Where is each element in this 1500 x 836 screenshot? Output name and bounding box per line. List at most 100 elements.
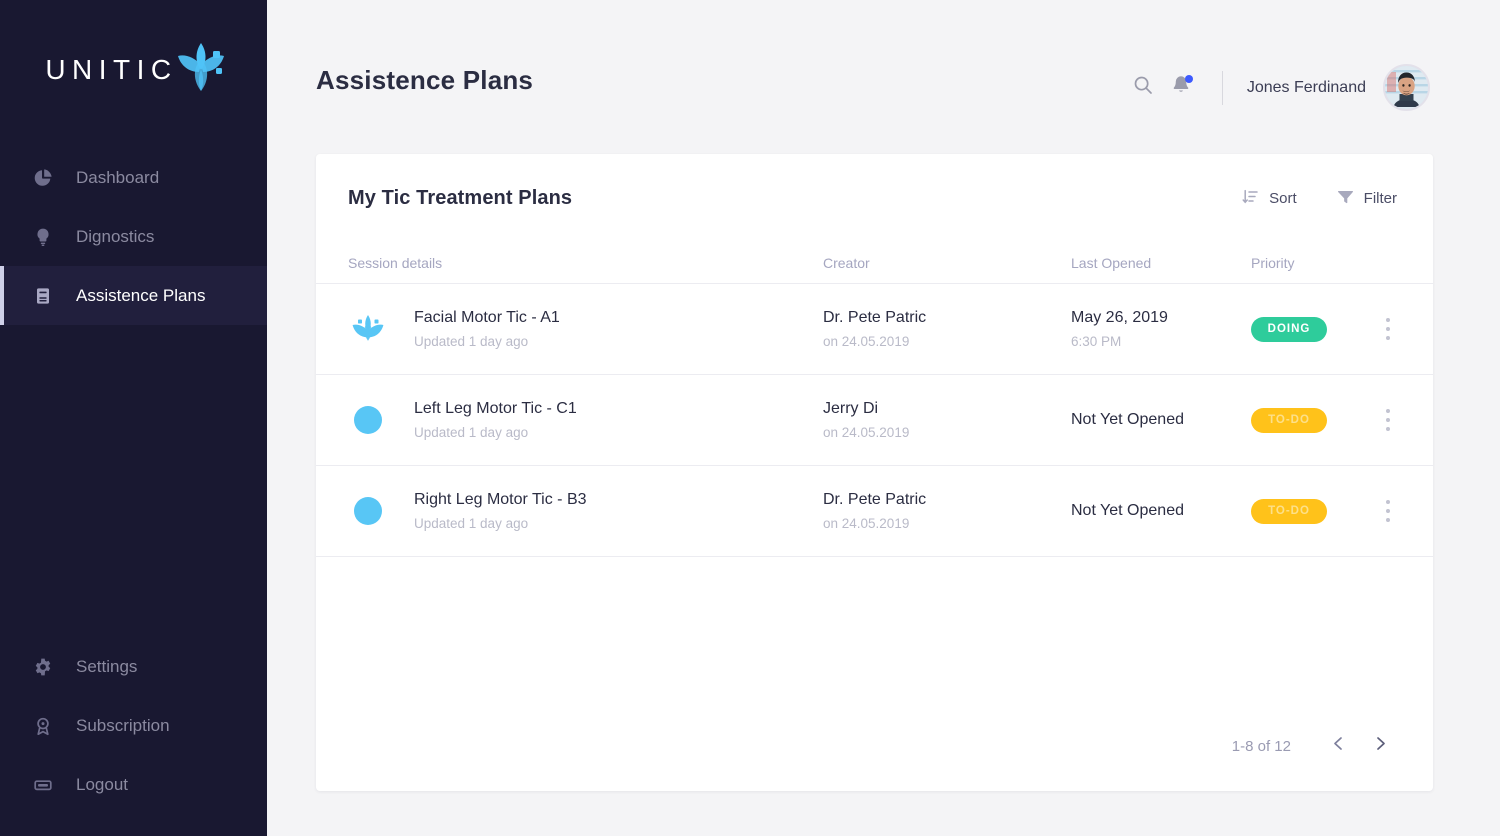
creator-name: Dr. Pete Patric [823,491,927,508]
pagination-prev-button[interactable] [1321,729,1355,763]
session-subtitle: Updated 1 day ago [414,334,529,349]
brand-name: UNITIC [45,54,178,85]
table-row[interactable]: Facial Motor Tic - A1 Updated 1 day ago … [316,284,1433,375]
pagination-next-button[interactable] [1363,729,1397,763]
cell-session-details: Left Leg Motor Tic - C1 Updated 1 day ag… [348,400,823,440]
gear-icon [30,654,56,680]
cell-row-actions [1371,314,1401,344]
topbar-actions: Jones Ferdinand [1124,64,1430,111]
last-opened-time: 6:30 PM [1071,334,1122,349]
page-title: Assistence Plans [316,65,534,95]
card-title: My Tic Treatment Plans [348,186,573,209]
cell-row-actions [1371,405,1401,435]
sidebar-nav-secondary: Settings Subscription Logout [0,637,267,836]
cell-last-opened: Not Yet Opened [1071,411,1251,429]
cell-creator: Dr. Pete Patric on 24.05.2019 [823,491,1071,531]
creator-date: on 24.05.2019 [823,425,910,440]
chevron-right-icon [1372,735,1389,757]
sidebar: UNITIC Dashboard Dignostics Assistence P… [0,0,267,836]
last-opened-date: Not Yet Opened [1071,411,1184,428]
topbar: Assistence Plans Jones Ferdinand [267,0,1500,155]
sidebar-item-dignostics[interactable]: Dignostics [0,207,267,266]
circle-icon [348,400,388,440]
lotus-icon [174,39,228,100]
cell-session-details: Right Leg Motor Tic - B3 Updated 1 day a… [348,491,823,531]
sidebar-item-dashboard[interactable]: Dashboard [0,148,267,207]
session-title: Facial Motor Tic - A1 [414,309,560,326]
kebab-menu-icon[interactable] [1375,314,1401,344]
cell-priority: TO-DO [1251,407,1371,433]
sidebar-item-label: Assistence Plans [76,285,206,305]
filter-icon [1337,188,1354,209]
sidebar-item-assistence-plans[interactable]: Assistence Plans [0,266,267,325]
pie-chart-icon [30,165,56,191]
header-divider [1221,70,1223,105]
user-name: Jones Ferdinand [1246,78,1366,96]
notification-badge-dot [1184,74,1193,83]
cell-priority: DOING [1251,316,1371,342]
main-content: Assistence Plans Jones Ferdinand My Tic … [267,0,1500,836]
pagination-range: 1-8 of 12 [1231,737,1291,755]
pagination: 1-8 of 12 [1232,729,1397,763]
sidebar-nav-primary: Dashboard Dignostics Assistence Plans [0,148,267,325]
session-subtitle: Updated 1 day ago [414,425,529,440]
sidebar-item-label: Logout [76,774,128,794]
cell-row-actions [1371,496,1401,526]
book-icon [30,283,56,309]
cell-priority: TO-DO [1251,498,1371,524]
sidebar-item-label: Dashboard [76,167,160,187]
session-title: Left Leg Motor Tic - C1 [414,400,577,417]
kebab-menu-icon[interactable] [1375,405,1401,435]
table-row[interactable]: Left Leg Motor Tic - C1 Updated 1 day ag… [316,375,1433,466]
search-button[interactable] [1124,69,1162,107]
creator-date: on 24.05.2019 [823,516,910,531]
chevron-left-icon [1330,735,1347,757]
creator-date: on 24.05.2019 [823,334,910,349]
sidebar-item-subscription[interactable]: Subscription [0,696,267,755]
notifications-button[interactable] [1162,69,1200,107]
circle-icon [348,491,388,531]
cell-last-opened: Not Yet Opened [1071,502,1251,520]
sidebar-item-label: Dignostics [76,226,155,246]
logout-icon [30,772,56,798]
card-header: My Tic Treatment Plans Sort Filter [316,154,1433,242]
column-header-last-opened: Last Opened [1071,254,1152,271]
lightbulb-icon [30,224,56,250]
session-subtitle: Updated 1 day ago [414,516,529,531]
filter-button[interactable]: Filter [1337,188,1397,209]
kebab-menu-icon[interactable] [1375,496,1401,526]
status-badge: TO-DO [1251,498,1327,524]
session-title: Right Leg Motor Tic - B3 [414,491,587,508]
app-root: UNITIC Dashboard Dignostics Assistence P… [0,0,1500,836]
table-row[interactable]: Right Leg Motor Tic - B3 Updated 1 day a… [316,466,1433,557]
cell-creator: Dr. Pete Patric on 24.05.2019 [823,309,1071,349]
cell-session-details: Facial Motor Tic - A1 Updated 1 day ago [348,309,823,349]
search-icon [1132,74,1154,101]
lotus-icon [348,309,388,349]
creator-name: Jerry Di [823,400,879,417]
sidebar-item-settings[interactable]: Settings [0,637,267,696]
brand-logo[interactable]: UNITIC [0,0,267,140]
column-header-session-details: Session details [348,254,443,271]
column-header-priority: Priority [1251,254,1295,271]
sidebar-item-logout[interactable]: Logout [0,755,267,814]
last-opened-date: May 26, 2019 [1071,309,1168,326]
sort-button[interactable]: Sort [1242,188,1297,209]
status-badge: DOING [1251,316,1327,342]
award-icon [30,713,56,739]
filter-label: Filter [1363,189,1397,207]
last-opened-date: Not Yet Opened [1071,502,1184,519]
avatar[interactable] [1383,64,1430,111]
sidebar-item-label: Settings [76,656,138,676]
sidebar-item-label: Subscription [76,715,170,735]
table-header-row: Session details Creator Last Opened Prio… [316,242,1433,284]
sort-label: Sort [1269,189,1297,207]
plans-card: My Tic Treatment Plans Sort Filter Sessi… [316,154,1433,791]
sort-icon [1242,188,1259,209]
creator-name: Dr. Pete Patric [823,309,927,326]
column-header-creator: Creator [823,254,870,271]
status-badge: TO-DO [1251,407,1327,433]
cell-last-opened: May 26, 2019 6:30 PM [1071,309,1251,349]
cell-creator: Jerry Di on 24.05.2019 [823,400,1071,440]
